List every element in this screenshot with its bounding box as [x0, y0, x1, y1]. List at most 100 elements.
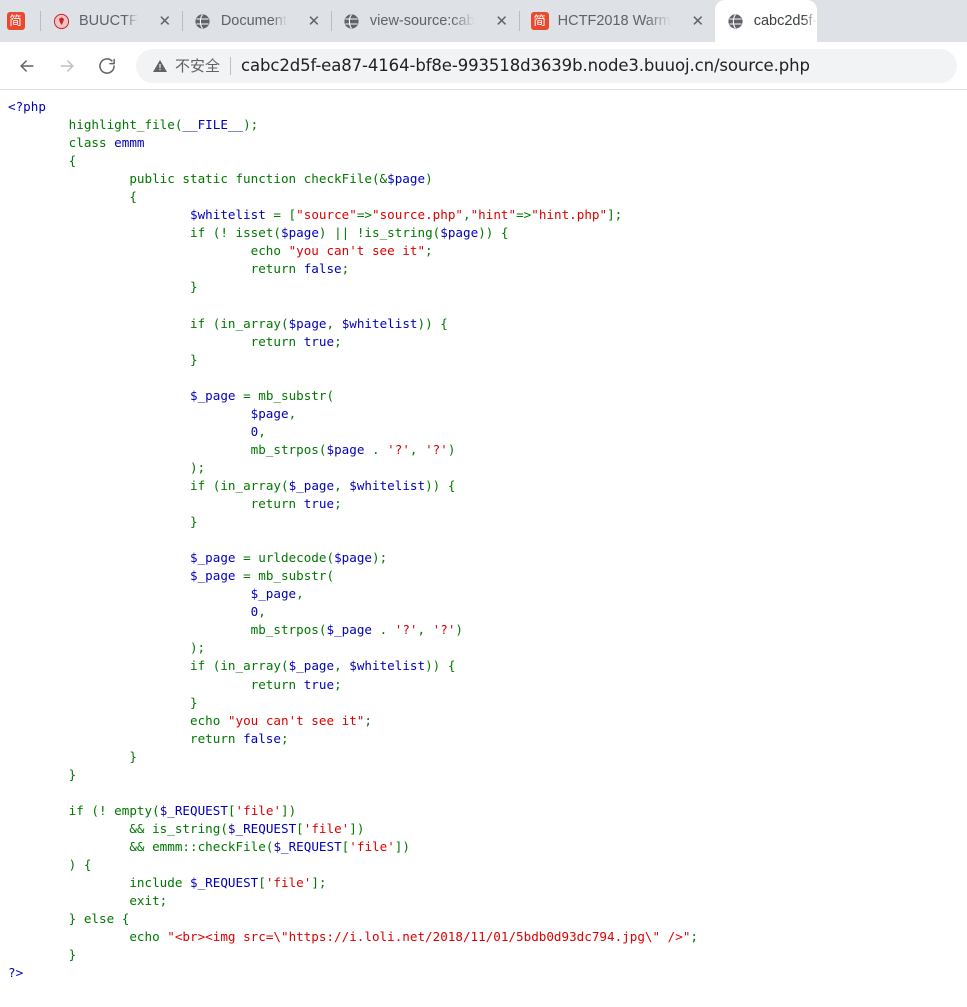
code-token: mb_substr	[258, 387, 327, 403]
code-token: ;	[334, 333, 342, 349]
code-token: '?'	[387, 441, 410, 457]
code-token: if	[189, 225, 213, 241]
code-token: (	[326, 387, 335, 403]
code-token: $page	[440, 225, 479, 241]
code-token: }	[8, 514, 198, 530]
code-token: $_REQUEST	[227, 820, 297, 836]
code-token: <?php	[8, 99, 46, 114]
tab-close-button[interactable]: ✕	[685, 8, 711, 34]
code-token: $_page	[189, 550, 236, 566]
tab-close-button[interactable]: ✕	[301, 8, 327, 34]
code-token: '?'	[432, 622, 456, 638]
code-token: 'file'	[265, 875, 312, 891]
tab-title: HCTF2018 Warm	[557, 13, 671, 29]
code-token: ;	[364, 712, 372, 728]
code-token: return	[250, 496, 304, 512]
code-token: )) {	[425, 477, 456, 493]
pinned-tab-0[interactable]: 简	[0, 0, 40, 42]
code-token: (&	[371, 171, 388, 187]
tab-separator	[330, 11, 332, 31]
code-token: "hint"	[470, 207, 517, 223]
code-token: mb_strpos	[250, 622, 319, 638]
tab-4[interactable]: 简 HCTF2018 Warm ✕	[518, 0, 715, 42]
forward-button[interactable]	[50, 49, 84, 83]
tab-1[interactable]: BUUCTF ✕	[40, 0, 182, 42]
code-token: return	[250, 261, 304, 277]
code-token: $whitelist	[349, 477, 426, 493]
tab-close-button[interactable]: ✕	[489, 8, 515, 34]
tab-close-button[interactable]: ✕	[152, 8, 178, 34]
code-token: urldecode	[258, 550, 327, 566]
reload-button[interactable]	[90, 49, 124, 83]
code-token: checkFile	[197, 838, 266, 854]
code-token: in_array	[220, 658, 281, 674]
code-token: $_page	[189, 568, 236, 584]
code-token: public static function	[129, 171, 304, 187]
code-token: "source.php"	[372, 207, 463, 223]
address-bar[interactable]: 不安全 cabc2d5f-ea87-4164-bf8e-993518d3639b…	[136, 48, 957, 83]
code-token: empty	[114, 802, 153, 818]
code-token: ];	[607, 207, 623, 223]
code-token: 'file'	[303, 820, 350, 836]
back-arrow-icon	[20, 59, 34, 72]
code-token: isset	[235, 225, 274, 241]
code-token: =	[235, 568, 259, 584]
code-token: )	[455, 622, 463, 638]
code-token: ,	[326, 315, 342, 331]
code-token: $_page	[250, 586, 297, 602]
code-token: '?'	[394, 622, 418, 638]
code-token: if	[68, 802, 92, 818]
code-token: if	[189, 477, 213, 493]
code-token: $_REQUEST	[159, 802, 228, 818]
code-token: echo	[189, 712, 228, 728]
code-token: ;	[690, 929, 699, 945]
code-token: if	[189, 658, 213, 674]
tab-title: Document	[220, 13, 287, 29]
code-token: in_array	[220, 315, 281, 331]
php-source-code: <?php highlight_file (__FILE__); class em…	[8, 98, 967, 982]
tab-3[interactable]: view-source:cab ✕	[330, 0, 519, 42]
code-token: $_REQUEST	[273, 838, 342, 854]
code-token: (	[326, 568, 335, 584]
code-token: mb_substr	[258, 568, 327, 584]
code-token: ,	[288, 405, 297, 421]
code-token: ) {	[8, 856, 92, 872]
tab-2[interactable]: Document ✕	[181, 0, 331, 42]
code-token: {	[8, 189, 137, 205]
code-token: $page	[250, 405, 289, 421]
code-token: &&	[129, 838, 153, 854]
code-token: .	[371, 441, 388, 457]
code-token: (	[281, 315, 289, 331]
jian-icon: 简	[6, 12, 25, 30]
code-token: $whitelist	[349, 658, 426, 674]
code-token: (	[273, 225, 281, 241]
back-button[interactable]	[10, 49, 44, 83]
jian-icon: 简	[530, 12, 549, 30]
code-token: )	[447, 441, 456, 457]
code-token: ;	[159, 893, 168, 909]
code-token: return	[189, 730, 244, 746]
tab-separator	[181, 11, 183, 31]
code-token: =>	[356, 207, 372, 223]
code-token: ];	[311, 875, 327, 891]
url-text[interactable]: cabc2d5f-ea87-4164-bf8e-993518d3639b.nod…	[241, 56, 810, 75]
code-token: "you can't see it"	[227, 712, 365, 728]
code-token: =	[235, 550, 259, 566]
code-token: 'file'	[349, 838, 395, 854]
code-token: $page	[387, 171, 426, 187]
code-token: (	[220, 820, 228, 836]
tab-5[interactable]: cabc2d5f-	[714, 0, 818, 42]
code-token: [	[296, 820, 304, 836]
code-token: ;	[334, 496, 342, 512]
